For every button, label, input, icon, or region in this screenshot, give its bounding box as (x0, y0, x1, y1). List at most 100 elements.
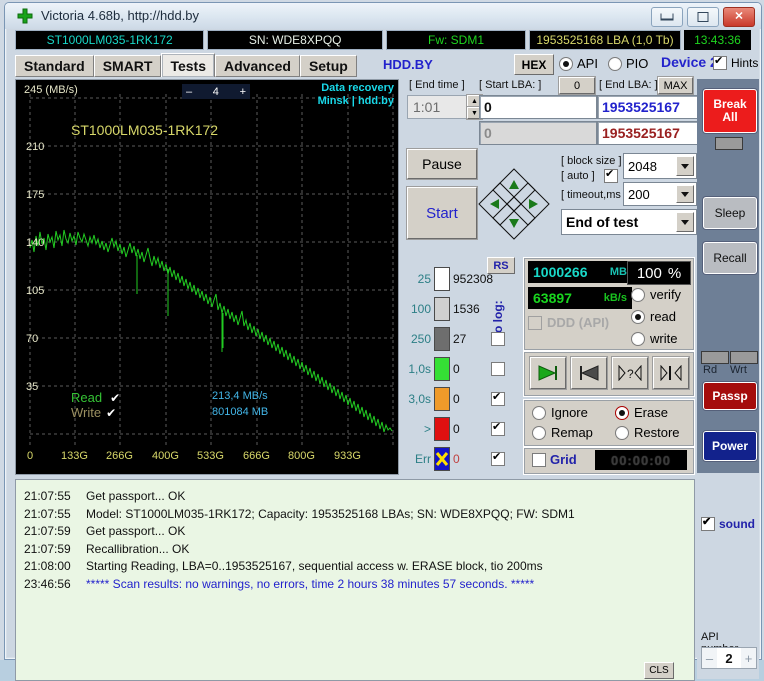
mode-read-option[interactable]: read (631, 309, 676, 324)
window-buttons: ✕ (651, 7, 755, 27)
seek-end-button[interactable] (653, 357, 689, 389)
api-label: API (577, 56, 598, 71)
action-erase-option[interactable]: Erase (615, 405, 668, 420)
erase-radio[interactable] (615, 405, 629, 420)
play-forward-button[interactable] (530, 357, 566, 389)
victoria-app-window: Victoria 4.68b, http://hdd.by ✕ ST1000LM… (0, 0, 764, 681)
close-icon: ✕ (734, 10, 744, 23)
speed-graph[interactable]: 245 (MB/s) 210 175 140 105 70 35 0 133G … (15, 79, 399, 475)
chevron-down-icon[interactable] (676, 212, 694, 232)
end-time-label: [ End time ] (409, 79, 465, 91)
action-ignore-option[interactable]: Ignore (532, 405, 588, 420)
start-button[interactable]: Start (407, 187, 477, 239)
svg-text:?: ? (627, 367, 634, 381)
minimize-button[interactable] (651, 7, 683, 27)
start-lba-input[interactable]: 0 (479, 95, 597, 119)
tolog-checkbox-3s[interactable] (491, 390, 505, 406)
counter-key: 25 (417, 272, 431, 286)
play-backward-button[interactable] (571, 357, 607, 389)
end-time-field[interactable]: 1:01 (407, 95, 474, 119)
auto-checkbox[interactable] (604, 167, 618, 183)
chevron-down-icon[interactable] (676, 185, 694, 203)
api-number-decrement[interactable]: – (702, 648, 717, 668)
tolog-checkbox-1s[interactable] (491, 362, 505, 376)
tolog-checkbox-err[interactable] (491, 450, 505, 466)
action-remap-option[interactable]: Remap (532, 425, 593, 440)
interface-mode-group: API PIO (559, 56, 648, 71)
pause-button[interactable]: Pause (407, 149, 477, 179)
tab-standard[interactable]: Standard (15, 55, 94, 77)
pio-radio[interactable] (607, 56, 622, 71)
tab-smart[interactable]: SMART (93, 55, 162, 77)
to-log-label: to log: (491, 300, 505, 337)
client-area: ST1000LM035-1RK172 SN: WDE8XPQQ Fw: SDM1… (7, 29, 759, 681)
power-button[interactable]: Power (703, 431, 757, 461)
zoom-out-button[interactable]: – (186, 86, 192, 98)
mode-verify-option[interactable]: verify (631, 287, 681, 302)
x-tick-400G: 400G (152, 450, 179, 462)
counter-swatch (434, 357, 450, 381)
green-cross-icon (17, 8, 33, 24)
restore-radio[interactable] (615, 425, 629, 440)
legend-read-check-icon[interactable]: ✔ (110, 391, 120, 405)
y-tick-35: 35 (26, 381, 39, 393)
end-of-test-combo[interactable]: End of test (561, 209, 697, 235)
remap-radio[interactable] (532, 425, 546, 440)
graph-zoom-control[interactable]: – 4 + (182, 84, 250, 99)
end-lba-max-button[interactable]: MAX (658, 77, 693, 94)
zoom-in-button[interactable]: + (240, 86, 246, 98)
hints-toggle[interactable]: Hints (713, 54, 758, 70)
log-line: 21:07:59 Recallibration... OK (16, 541, 694, 559)
log-time: 21:07:55 (24, 489, 71, 503)
hints-checkbox[interactable] (713, 54, 727, 70)
timeout-combo[interactable]: 200 (623, 182, 697, 206)
ddd-api-toggle[interactable]: DDD (API) (528, 315, 609, 330)
processed-mb-unit: MB (609, 266, 627, 278)
close-button[interactable]: ✕ (723, 7, 755, 27)
grid-checkbox[interactable] (532, 453, 546, 467)
legend-write-label: Write (71, 405, 102, 420)
log-text: ***** Scan results: no warnings, no erro… (86, 576, 535, 591)
seek-random-button[interactable]: ? (612, 357, 648, 389)
passport-button[interactable]: Passp (703, 382, 757, 410)
maximize-button[interactable] (687, 7, 719, 27)
read-radio[interactable] (631, 309, 645, 324)
tolog-checkbox-slow[interactable] (491, 420, 505, 436)
action-restore-option[interactable]: Restore (615, 425, 680, 440)
grid-timer-display: 00:00:00 (595, 450, 687, 470)
tab-tests[interactable]: Tests (161, 53, 216, 77)
tab-setup[interactable]: Setup (299, 55, 357, 77)
tab-list: Standard SMART Tests Advanced Setup (15, 53, 357, 77)
recall-button[interactable]: Recall (703, 242, 757, 274)
counter-row: 100 1536 (401, 297, 480, 321)
chevron-down-icon[interactable] (676, 156, 694, 176)
clear-log-button[interactable]: CLS (644, 662, 674, 679)
sound-toggle[interactable]: sound (701, 515, 755, 531)
ignore-radio[interactable] (532, 405, 546, 420)
write-radio[interactable] (631, 331, 645, 346)
block-counters-panel: RS to log: 25 952308 100 1536 250 27 1,0… (401, 257, 517, 473)
navigation-pad[interactable] (477, 167, 551, 241)
break-all-button[interactable]: Break All (703, 89, 757, 133)
api-number-increment[interactable]: + (741, 648, 756, 668)
sound-label: sound (719, 517, 755, 531)
mode-write-option[interactable]: write (631, 331, 677, 346)
api-number-stepper[interactable]: – 2 + (701, 647, 757, 669)
start-lba-current: 0 (479, 121, 597, 145)
activity-led (715, 137, 743, 150)
start-lba-zero-button[interactable]: 0 (559, 77, 595, 94)
log-panel[interactable]: 21:07:55 Get passport... OK 21:07:55 Mod… (15, 479, 695, 681)
verify-radio[interactable] (631, 287, 645, 302)
hex-button[interactable]: HEX (514, 54, 554, 75)
tab-advanced[interactable]: Advanced (215, 55, 300, 77)
legend-write-check-icon[interactable]: ✔ (106, 406, 116, 420)
window-title: Victoria 4.68b, http://hdd.by (41, 8, 200, 23)
y-tick-70: 70 (26, 333, 39, 345)
tolog-checkbox-250[interactable] (491, 332, 505, 346)
sound-checkbox[interactable] (701, 515, 715, 531)
ddd-api-checkbox[interactable] (528, 315, 542, 330)
sleep-button[interactable]: Sleep (703, 197, 757, 229)
x-tick-666G: 666G (243, 450, 270, 462)
api-radio[interactable] (559, 56, 573, 71)
block-size-combo[interactable]: 2048 (623, 153, 697, 179)
